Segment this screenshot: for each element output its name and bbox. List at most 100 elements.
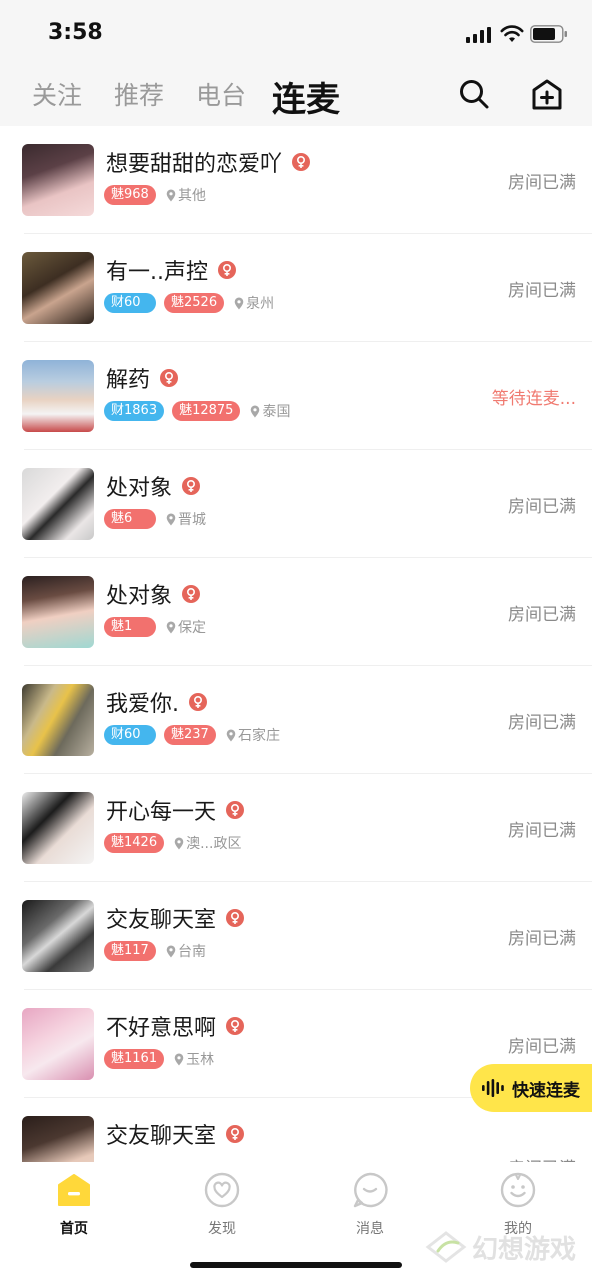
room-title: 交友聊天室 — [106, 908, 217, 933]
watermark: 幻想游戏 — [424, 1222, 584, 1272]
location-text: 保定 — [178, 620, 206, 636]
nav-discover-label: 发现 — [208, 1221, 236, 1237]
location-text: 玉林 — [186, 1052, 215, 1068]
location: 台南 — [166, 941, 206, 961]
room-row[interactable]: 处对象 魅1 保定 房间已满 — [0, 558, 592, 666]
watermark-text: 幻想游戏 — [472, 1234, 577, 1265]
avatar — [22, 468, 94, 540]
room-row[interactable]: 有一..声控 财60 魅2526 泉州 房间已满 — [0, 234, 592, 342]
status-time: 3:58 — [48, 20, 103, 45]
location-text: 台南 — [178, 944, 206, 960]
avatar — [22, 252, 94, 324]
nav-messages[interactable]: 消息 — [320, 1168, 420, 1238]
room-status: 房间已满 — [508, 713, 576, 733]
quick-mic-label: 快速连麦 — [512, 1080, 580, 1101]
charm-badge: 魅237 — [164, 725, 216, 745]
profile-smile-icon — [500, 1172, 536, 1208]
room-title: 解药 — [106, 368, 151, 393]
avatar — [22, 792, 94, 864]
room-title: 想要甜甜的恋爱吖 — [106, 152, 283, 177]
room-title: 不好意思啊 — [106, 1016, 217, 1041]
watermark-logo-icon — [425, 1231, 467, 1263]
avatar — [22, 360, 94, 432]
message-bubble-icon — [353, 1172, 388, 1208]
room-status: 房间已满 — [508, 173, 576, 193]
charm-badge: 魅12875 — [172, 401, 241, 421]
wealth-badge: 财60 — [104, 725, 156, 745]
location-text: 其他 — [178, 188, 206, 204]
charm-badge: 魅1426 — [104, 833, 165, 853]
charm-badge: 魅2526 — [164, 293, 225, 313]
room-title: 开心每一天 — [106, 800, 217, 825]
female-icon — [189, 693, 207, 711]
room-title: 处对象 — [106, 584, 173, 609]
location-text: 澳...政区 — [186, 836, 242, 852]
location-text: 石家庄 — [238, 728, 280, 744]
location: 玉林 — [174, 1049, 214, 1069]
nav-messages-label: 消息 — [356, 1221, 384, 1237]
tab-mic-link[interactable]: 连麦 — [272, 72, 340, 121]
location: 其他 — [166, 185, 206, 205]
room-row[interactable]: 解药 财1863 魅12875 泰国 等待连麦... — [0, 342, 592, 450]
female-icon — [226, 909, 245, 927]
wealth-badge: 财1863 — [104, 401, 165, 421]
location-pin-icon — [166, 945, 176, 957]
search-icon[interactable] — [458, 78, 490, 110]
room-status: 房间已满 — [508, 605, 576, 625]
avatar — [22, 900, 94, 972]
charm-badge: 魅6 — [104, 509, 156, 529]
avatar — [22, 144, 94, 216]
location-pin-icon — [251, 405, 260, 417]
avatar — [22, 1008, 94, 1080]
status-bar: 3:58 — [0, 0, 592, 66]
nav-home-label: 首页 — [60, 1221, 88, 1237]
home-indicator — [190, 1262, 402, 1268]
room-list: 想要甜甜的恋爱吖 魅968 其他 房间已满 有一..声控 财60 魅2526 泉… — [0, 126, 592, 1162]
room-status: 等待连麦... — [491, 389, 576, 409]
location: 保定 — [166, 617, 206, 637]
quick-mic-button[interactable]: 快速连麦 — [470, 1064, 592, 1112]
room-status: 房间已满 — [508, 1154, 576, 1162]
tab-follow[interactable]: 关注 — [32, 76, 82, 112]
room-row[interactable]: 想要甜甜的恋爱吖 魅968 其他 房间已满 — [0, 126, 592, 234]
charm-badge: 魅1161 — [104, 1049, 165, 1069]
battery-icon — [530, 25, 567, 43]
room-row[interactable]: 开心每一天 魅1426 澳...政区 房间已满 — [0, 774, 592, 882]
female-icon — [218, 261, 236, 279]
avatar — [22, 1116, 94, 1162]
female-icon — [226, 801, 245, 819]
location: 晋城 — [166, 509, 206, 529]
avatar — [22, 576, 94, 648]
charm-badge: 魅1 — [104, 617, 156, 637]
room-row[interactable]: 处对象 魅6 晋城 房间已满 — [0, 450, 592, 558]
location: 石家庄 — [226, 725, 280, 745]
nav-home[interactable]: 首页 — [24, 1168, 124, 1238]
location: 澳...政区 — [174, 833, 241, 853]
room-status: 房间已满 — [508, 1037, 576, 1057]
room-title: 我爱你. — [106, 692, 179, 717]
room-status: 房间已满 — [508, 281, 576, 301]
room-row[interactable]: 交友聊天室 魅117 台南 房间已满 — [0, 882, 592, 990]
avatar — [22, 684, 94, 756]
tab-recommend[interactable]: 推荐 — [114, 76, 164, 112]
location-text: 泰国 — [262, 404, 291, 420]
location-pin-icon — [174, 1053, 184, 1065]
create-room-icon[interactable] — [530, 78, 564, 112]
location: 泉州 — [234, 293, 274, 313]
nav-discover[interactable]: 发现 — [172, 1168, 272, 1238]
female-icon — [226, 1125, 245, 1143]
location-pin-icon — [166, 621, 176, 633]
room-status: 房间已满 — [508, 821, 576, 841]
room-status: 房间已满 — [508, 497, 576, 517]
location-text: 泉州 — [246, 296, 275, 312]
tab-radio[interactable]: 电台 — [196, 76, 246, 112]
home-icon — [58, 1174, 90, 1206]
location-pin-icon — [174, 837, 184, 849]
room-row[interactable]: 我爱你. 财60 魅237 石家庄 房间已满 — [0, 666, 592, 774]
location-pin-icon — [234, 297, 244, 309]
room-title: 处对象 — [106, 476, 173, 501]
discover-heart-icon — [204, 1172, 240, 1208]
room-status: 房间已满 — [508, 929, 576, 949]
room-title: 交友聊天室 — [106, 1124, 217, 1149]
female-icon — [182, 585, 201, 603]
